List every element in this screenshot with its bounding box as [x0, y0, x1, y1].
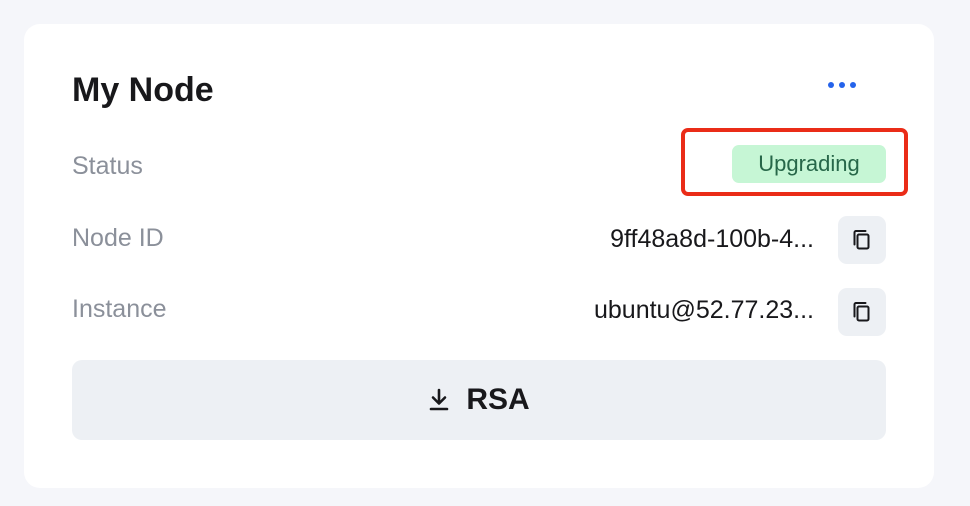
copy-icon: [853, 230, 870, 250]
node-id-label: Node ID: [72, 224, 164, 252]
status-label: Status: [72, 152, 143, 180]
more-options-button[interactable]: [818, 74, 866, 96]
copy-icon: [853, 302, 870, 322]
node-id-value: 9ff48a8d-100b-4...: [610, 225, 814, 253]
status-badge: Upgrading: [732, 145, 886, 183]
instance-label: Instance: [72, 295, 167, 323]
copy-node-id-button[interactable]: [838, 216, 886, 264]
more-horizontal-icon-dot: [850, 82, 856, 88]
download-icon: [430, 388, 449, 411]
card-title: My Node: [72, 71, 214, 109]
more-horizontal-icon: [828, 82, 834, 88]
download-rsa-label: RSA: [466, 383, 530, 416]
more-horizontal-icon-dot: [839, 82, 845, 88]
node-card: My Node Status Upgrading Node ID 9ff48a8…: [24, 24, 934, 488]
instance-value: ubuntu@52.77.23...: [594, 296, 814, 324]
copy-instance-button[interactable]: [838, 288, 886, 336]
download-rsa-button[interactable]: RSA: [72, 360, 886, 440]
